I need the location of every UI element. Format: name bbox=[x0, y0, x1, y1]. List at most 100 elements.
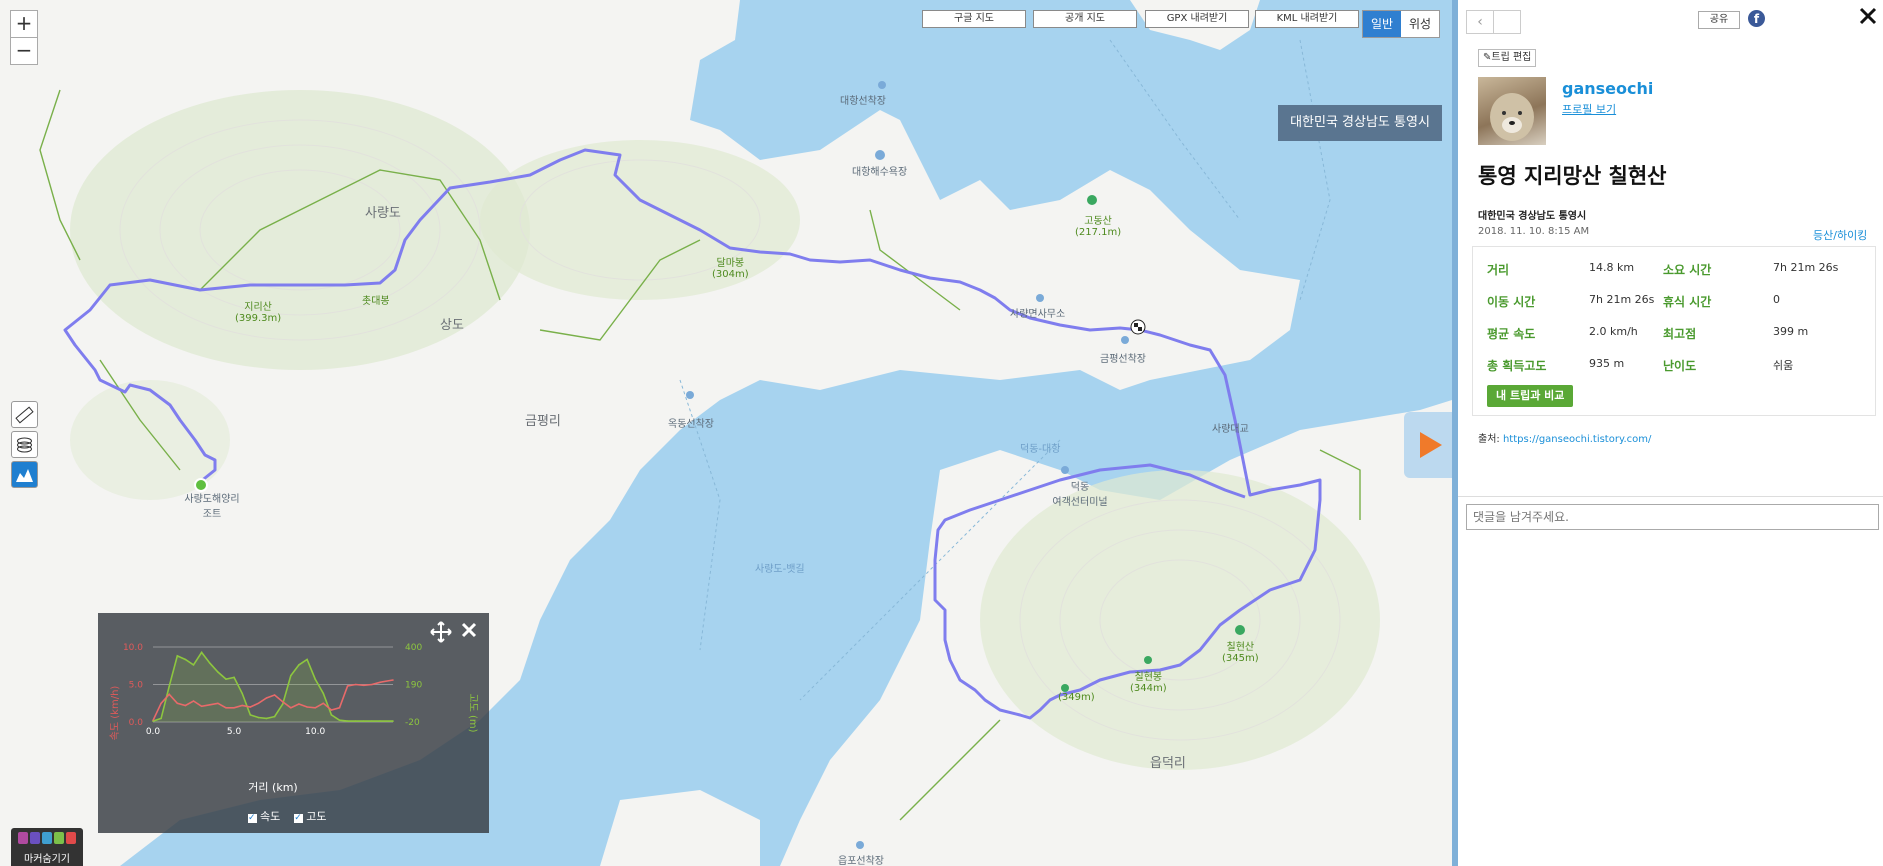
edit-trip-button[interactable]: ✎트립 편집 bbox=[1478, 49, 1537, 67]
layers-tool-button[interactable] bbox=[11, 431, 38, 458]
label-eupo-port: 읍포선착장 bbox=[838, 856, 884, 866]
layers-icon bbox=[17, 437, 32, 453]
altitude-point bbox=[257, 716, 260, 719]
altitude-point bbox=[176, 655, 179, 657]
label-eupdeokri: 읍덕리 bbox=[1150, 756, 1186, 771]
label-chodaebong: 촛대봉 bbox=[362, 296, 390, 307]
speed-point bbox=[233, 706, 235, 709]
marker-toggle-button[interactable]: 마커숨기기 bbox=[11, 828, 83, 866]
label-daehang-beach: 대항해수욕장 bbox=[852, 167, 908, 178]
speed-point bbox=[379, 681, 381, 684]
x-tick-label: 0.0 bbox=[146, 727, 161, 737]
forward-button[interactable] bbox=[1494, 10, 1521, 34]
altitude-point bbox=[225, 678, 227, 680]
label-jirisan: 지리산 (399.3m) bbox=[235, 302, 282, 324]
stat-label: 거리 bbox=[1487, 263, 1510, 277]
label-route-1: 덕동-대항 bbox=[1020, 444, 1061, 455]
source-link[interactable]: https://ganseochi.tistory.com/ bbox=[1503, 434, 1651, 445]
speed-point bbox=[160, 702, 162, 705]
altitude-point bbox=[241, 692, 243, 695]
speed-point bbox=[322, 702, 325, 705]
speed-point bbox=[200, 705, 203, 708]
altitude-point bbox=[363, 720, 365, 722]
altitude-point bbox=[200, 651, 203, 654]
panel-toggle-button[interactable] bbox=[1404, 412, 1452, 478]
speed-point bbox=[354, 683, 357, 686]
altitude-point bbox=[371, 720, 373, 722]
speed-point bbox=[392, 679, 394, 681]
elevation-tool-button[interactable] bbox=[11, 461, 38, 488]
label-chilhyeonsan: 칠현산 (345m) bbox=[1222, 642, 1259, 664]
gpx-download-button[interactable]: GPX 내려받기 bbox=[1145, 10, 1249, 28]
x-tick-label: 5.0 bbox=[227, 727, 242, 737]
ruler-tool-button[interactable] bbox=[11, 401, 38, 428]
altitude-point bbox=[346, 720, 349, 722]
stat-value: 14.8 km bbox=[1589, 261, 1635, 274]
compare-trip-button[interactable]: 내 트립과 비교 bbox=[1487, 385, 1574, 407]
checkbox-icon: ✓ bbox=[248, 813, 257, 823]
close-panel-icon[interactable] bbox=[1858, 6, 1878, 30]
stat-label: 최고점 bbox=[1663, 327, 1697, 341]
comment-input[interactable] bbox=[1466, 504, 1879, 530]
marker-toggle-label: 마커숨기기 bbox=[24, 854, 70, 865]
altitude-point bbox=[233, 676, 235, 679]
speed-point bbox=[217, 702, 219, 705]
altitude-axis-label: 고도 (m) bbox=[467, 693, 478, 732]
elevation-speed-chart: 10.0 5.0 0.0 400 190 -20 0.0 5.0 10.0 속도 (km/h) … bbox=[98, 613, 489, 833]
stat-value: 7h 21m 26s bbox=[1773, 261, 1839, 274]
user-name[interactable]: ganseochi bbox=[1562, 79, 1653, 98]
stat-value: 쉬움 bbox=[1773, 359, 1794, 372]
profile-link[interactable]: 프로필 보기 bbox=[1562, 101, 1616, 117]
altitude-point bbox=[217, 671, 219, 673]
label-saryang-bridge: 사량대교 bbox=[1212, 424, 1249, 435]
region-badge: 대한민국 경상남도 통영시 bbox=[1278, 105, 1442, 141]
map-view[interactable]: 사량도 상도 금평리 읍덕리 지리산 (399.3m) 촛대봉 달마봉 (304m)… bbox=[0, 0, 1452, 866]
ruler-icon bbox=[15, 406, 34, 424]
speed-point bbox=[257, 702, 260, 705]
stat-value: 2.0 km/h bbox=[1589, 325, 1638, 338]
speed-point bbox=[273, 694, 276, 696]
back-button[interactable]: ‹ bbox=[1466, 10, 1494, 34]
normal-view-button[interactable]: 일반 bbox=[1363, 11, 1401, 37]
speed-point bbox=[298, 703, 300, 705]
share-button[interactable]: 공유 bbox=[1698, 11, 1740, 29]
x-axis-label: 거리 (km) bbox=[248, 781, 297, 794]
altitude-point bbox=[160, 717, 162, 720]
stat-value: 0 bbox=[1773, 293, 1780, 306]
avatar[interactable] bbox=[1478, 77, 1546, 145]
kml-download-button[interactable]: KML 내려받기 bbox=[1255, 10, 1359, 28]
label-daehang-port: 대항선착장 bbox=[840, 96, 886, 107]
altitude-point bbox=[298, 664, 300, 666]
trip-region: 대한민국 경상남도 통영시 bbox=[1478, 211, 1587, 222]
stat-value: 7h 21m 26s bbox=[1589, 293, 1655, 306]
legend-speed[interactable]: ✓ 속도 bbox=[248, 808, 280, 824]
facebook-icon[interactable]: f bbox=[1748, 10, 1765, 27]
speed-point bbox=[241, 704, 243, 707]
source-label: 출처: bbox=[1478, 434, 1500, 445]
trip-panel: ‹ 공유 f ✎트립 편집 ganseochi 프로필 보기 통영 지리망산 칠… bbox=[1452, 0, 1883, 866]
legend-altitude[interactable]: ✓ 고도 bbox=[294, 808, 327, 824]
altitude-point bbox=[184, 658, 187, 661]
speed-tick-label: 10.0 bbox=[123, 643, 143, 653]
altitude-point bbox=[249, 714, 252, 716]
label-sangdo: 상도 bbox=[440, 318, 464, 333]
stat-label: 난이도 bbox=[1663, 359, 1697, 373]
altitude-point bbox=[338, 719, 341, 722]
label-peak-349: (349m) bbox=[1058, 692, 1095, 703]
altitude-point bbox=[314, 678, 316, 680]
elevation-icon bbox=[16, 469, 33, 482]
altitude-point bbox=[208, 662, 211, 664]
satellite-view-button[interactable]: 위성 bbox=[1401, 11, 1439, 37]
zoom-in-button[interactable]: + bbox=[10, 10, 38, 38]
altitude-tick-label: 190 bbox=[405, 681, 422, 691]
speed-axis-label: 속도 (km/h) bbox=[109, 686, 121, 741]
speed-point bbox=[168, 693, 171, 696]
label-chilhyeonbong: 칠현봉 (344m) bbox=[1130, 672, 1167, 694]
public-map-button[interactable]: 공개 지도 bbox=[1033, 10, 1137, 28]
altitude-point bbox=[354, 720, 357, 722]
altitude-point bbox=[168, 685, 171, 688]
google-map-button[interactable]: 구글 지도 bbox=[922, 10, 1026, 28]
altitude-tick-label: -20 bbox=[405, 718, 420, 728]
altitude-point bbox=[379, 720, 381, 722]
zoom-out-button[interactable]: − bbox=[10, 37, 38, 65]
